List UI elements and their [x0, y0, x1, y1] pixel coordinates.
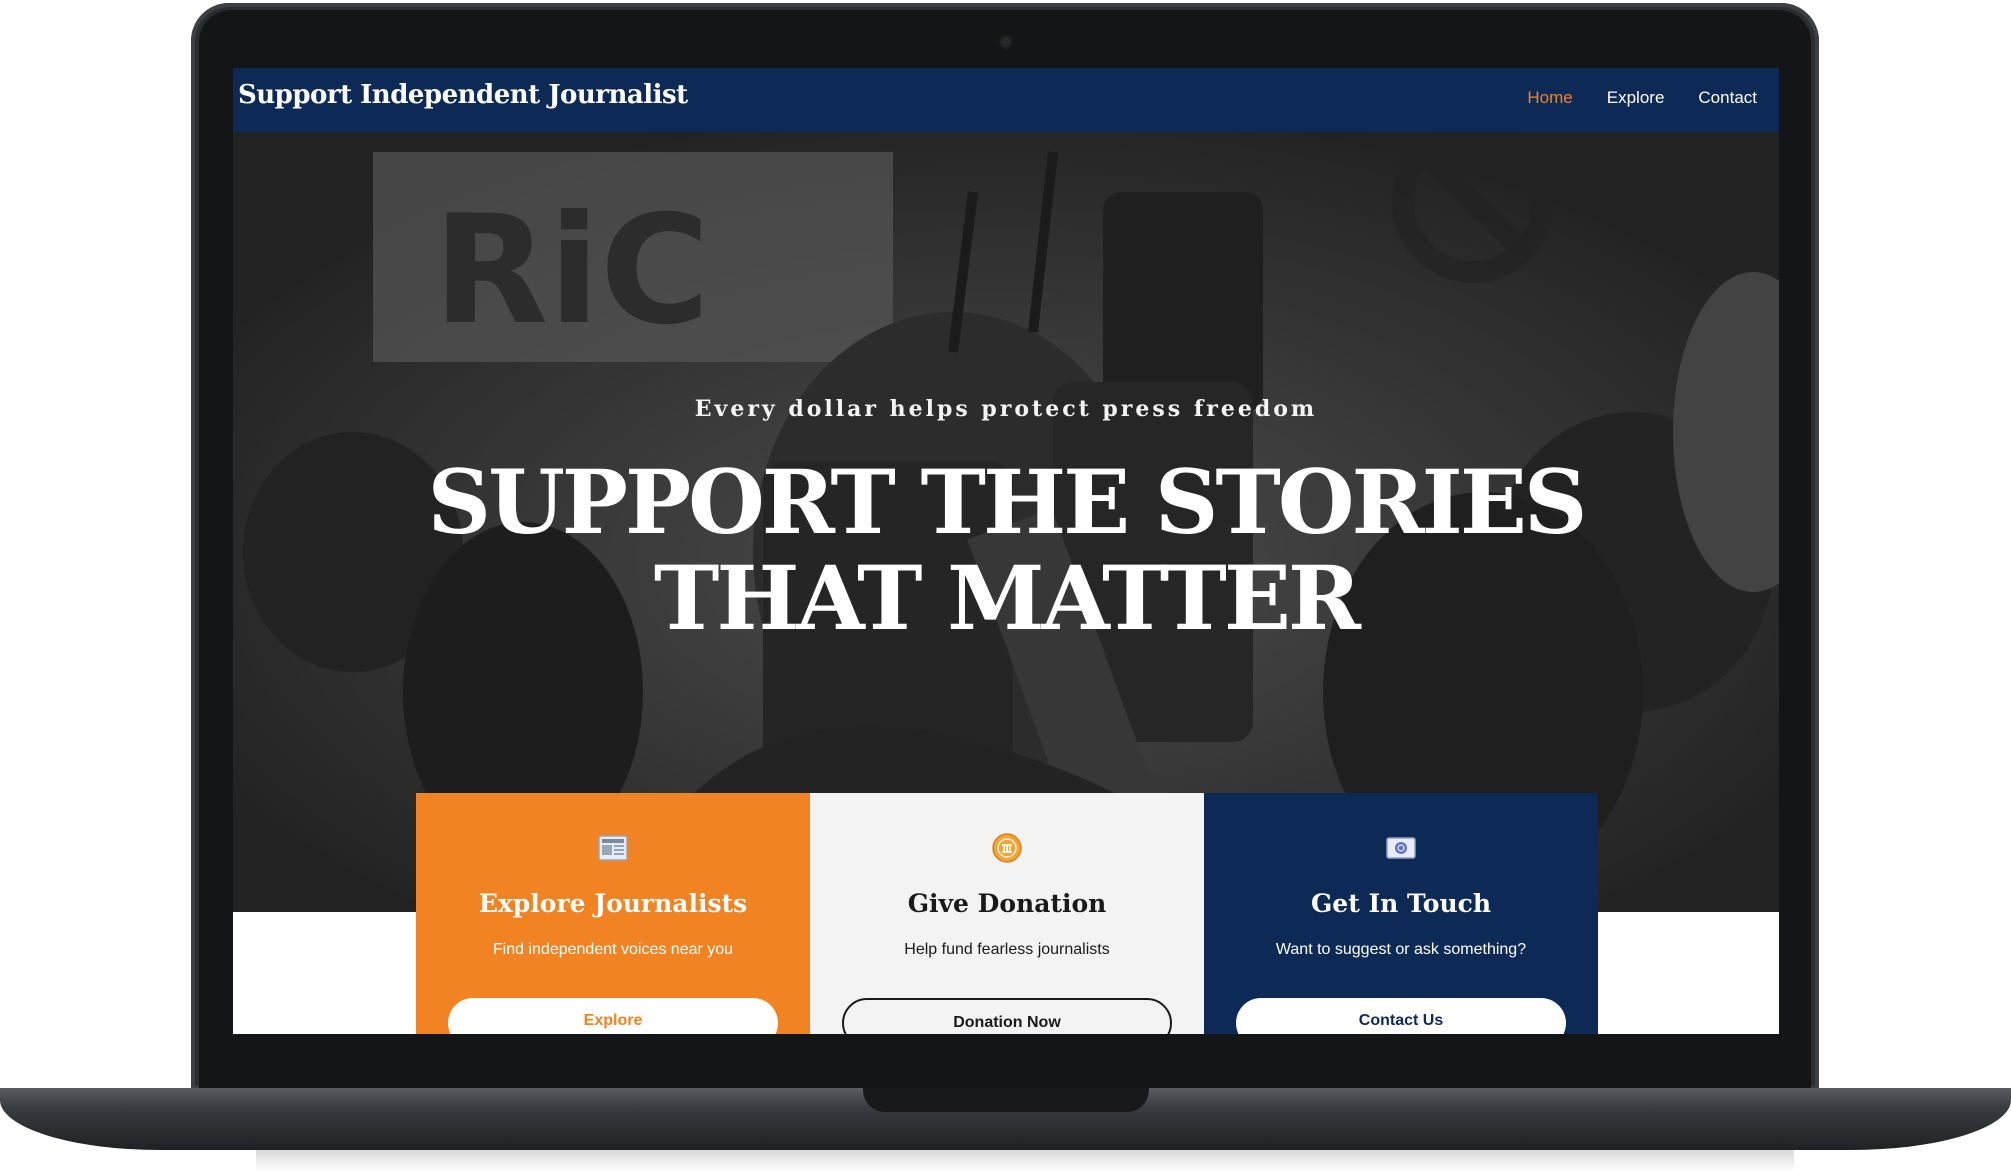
action-cards: Explore Journalists Find independent voi…	[416, 793, 1598, 1034]
card-explore-title: Explore Journalists	[478, 889, 748, 918]
contact-card-icon	[1386, 833, 1416, 863]
nav-link-contact[interactable]: Contact	[1698, 88, 1757, 108]
card-explore: Explore Journalists Find independent voi…	[416, 793, 810, 1034]
laptop-shadow	[256, 1150, 1794, 1171]
card-explore-subtitle: Find independent voices near you	[492, 941, 734, 958]
brand-logo[interactable]: Support Independent Journalist	[238, 80, 688, 110]
laptop-notch	[863, 1088, 1149, 1112]
navbar: Support Independent Journalist Home Expl…	[233, 68, 1779, 132]
contact-us-button[interactable]: Contact Us	[1236, 998, 1566, 1034]
hero-kicker: Every dollar helps protect press freedom	[694, 396, 1318, 422]
explore-button[interactable]: Explore	[448, 998, 778, 1034]
card-contact-title: Get In Touch	[1310, 889, 1492, 918]
hero-title-line-2: THAT MATTER	[653, 546, 1361, 650]
nav-links: Home Explore Contact	[1527, 88, 1757, 108]
hero-title-line-1: SUPPORT THE STORIES	[427, 450, 1588, 554]
nav-link-home[interactable]: Home	[1527, 88, 1572, 108]
card-donation-subtitle: Help fund fearless journalists	[904, 941, 1110, 958]
card-contact-subtitle: Want to suggest or ask something?	[1275, 941, 1527, 958]
newspaper-icon	[598, 833, 628, 863]
screen: Support Independent Journalist Home Expl…	[233, 68, 1779, 1034]
donation-now-button[interactable]: Donation Now	[842, 998, 1172, 1034]
nav-link-explore[interactable]: Explore	[1607, 88, 1665, 108]
hero-title: SUPPORT THE STORIES THAT MATTER	[233, 454, 1779, 646]
card-donation-title: Give Donation	[907, 889, 1107, 918]
camera-icon	[999, 35, 1013, 49]
card-contact: Get In Touch Want to suggest or ask some…	[1204, 793, 1598, 1034]
coin-icon	[992, 833, 1022, 863]
card-donation: Give Donation Help fund fearless journal…	[810, 793, 1204, 1034]
